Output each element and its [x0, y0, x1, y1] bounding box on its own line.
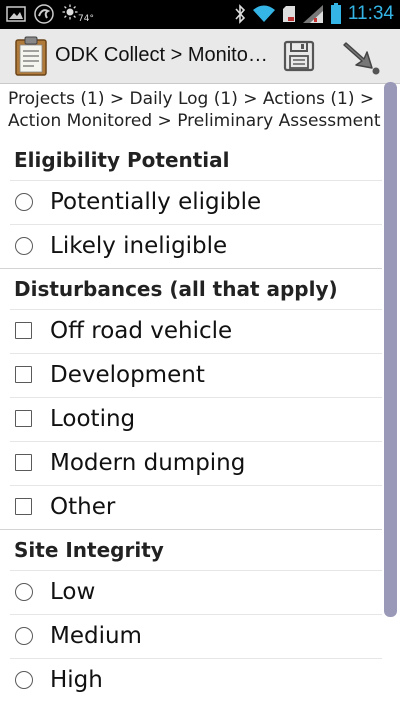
- option-other[interactable]: Other: [10, 485, 382, 529]
- forward-arrow-icon[interactable]: [340, 37, 384, 75]
- swirl-app-icon: [34, 4, 54, 24]
- bluetooth-icon: [235, 4, 245, 24]
- save-icon[interactable]: [282, 39, 316, 73]
- status-bar: 74° 11:34: [0, 0, 400, 29]
- radio-button[interactable]: [15, 671, 33, 689]
- action-bar: ODK Collect > Monito…: [0, 29, 400, 84]
- question-title: Site Integrity: [14, 538, 164, 562]
- clipboard-icon[interactable]: [14, 36, 48, 76]
- scrollbar[interactable]: [384, 82, 397, 617]
- option-label: Medium: [50, 623, 142, 649]
- question-title: Eligibility Potential: [14, 148, 230, 172]
- option-off-road-vehicle[interactable]: Off road vehicle: [10, 309, 382, 353]
- option-label: Low: [50, 579, 96, 605]
- image-icon: [6, 6, 26, 22]
- wifi-icon: [252, 5, 275, 22]
- radio-button[interactable]: [15, 627, 33, 645]
- option-label: High: [50, 667, 103, 693]
- option-looting[interactable]: Looting: [10, 397, 382, 441]
- option-likely-ineligible[interactable]: Likely ineligible: [10, 224, 382, 268]
- breadcrumb: Projects (1) > Daily Log (1) > Actions (…: [8, 89, 381, 131]
- question-title: Disturbances (all that apply): [14, 277, 338, 301]
- temperature-label: 74°: [78, 14, 94, 24]
- option-label: Modern dumping: [50, 450, 246, 476]
- weather-sun-icon: [62, 4, 78, 20]
- option-potentially-eligible[interactable]: Potentially eligible: [10, 180, 382, 224]
- clock: 11:34: [347, 3, 394, 24]
- checkbox[interactable]: [15, 322, 32, 339]
- form-content: Eligibility Potential Potentially eligib…: [0, 140, 382, 702]
- option-label: Other: [50, 494, 116, 520]
- option-label: Off road vehicle: [50, 318, 233, 344]
- radio-button[interactable]: [15, 193, 33, 211]
- checkbox[interactable]: [15, 454, 32, 471]
- sd-card-icon: [282, 6, 295, 22]
- option-label: Looting: [50, 406, 136, 432]
- battery-icon: [330, 3, 341, 24]
- radio-button[interactable]: [15, 237, 33, 255]
- question-disturbances: Disturbances (all that apply) Off road v…: [0, 269, 382, 529]
- app-title: ODK Collect > Monito…: [55, 44, 268, 66]
- option-medium[interactable]: Medium: [10, 614, 382, 658]
- option-high[interactable]: High: [10, 658, 382, 702]
- option-development[interactable]: Development: [10, 353, 382, 397]
- checkbox[interactable]: [15, 366, 32, 383]
- checkbox[interactable]: [15, 498, 32, 515]
- checkbox[interactable]: [15, 410, 32, 427]
- option-label: Potentially eligible: [50, 189, 262, 215]
- radio-button[interactable]: [15, 583, 33, 601]
- option-label: Development: [50, 362, 205, 388]
- option-modern-dumping[interactable]: Modern dumping: [10, 441, 382, 485]
- question-eligibility-potential: Eligibility Potential Potentially eligib…: [0, 140, 382, 268]
- option-low[interactable]: Low: [10, 570, 382, 614]
- option-label: Likely ineligible: [50, 233, 228, 259]
- signal-icon: [302, 5, 323, 23]
- question-site-integrity: Site Integrity Low Medium High: [0, 530, 382, 702]
